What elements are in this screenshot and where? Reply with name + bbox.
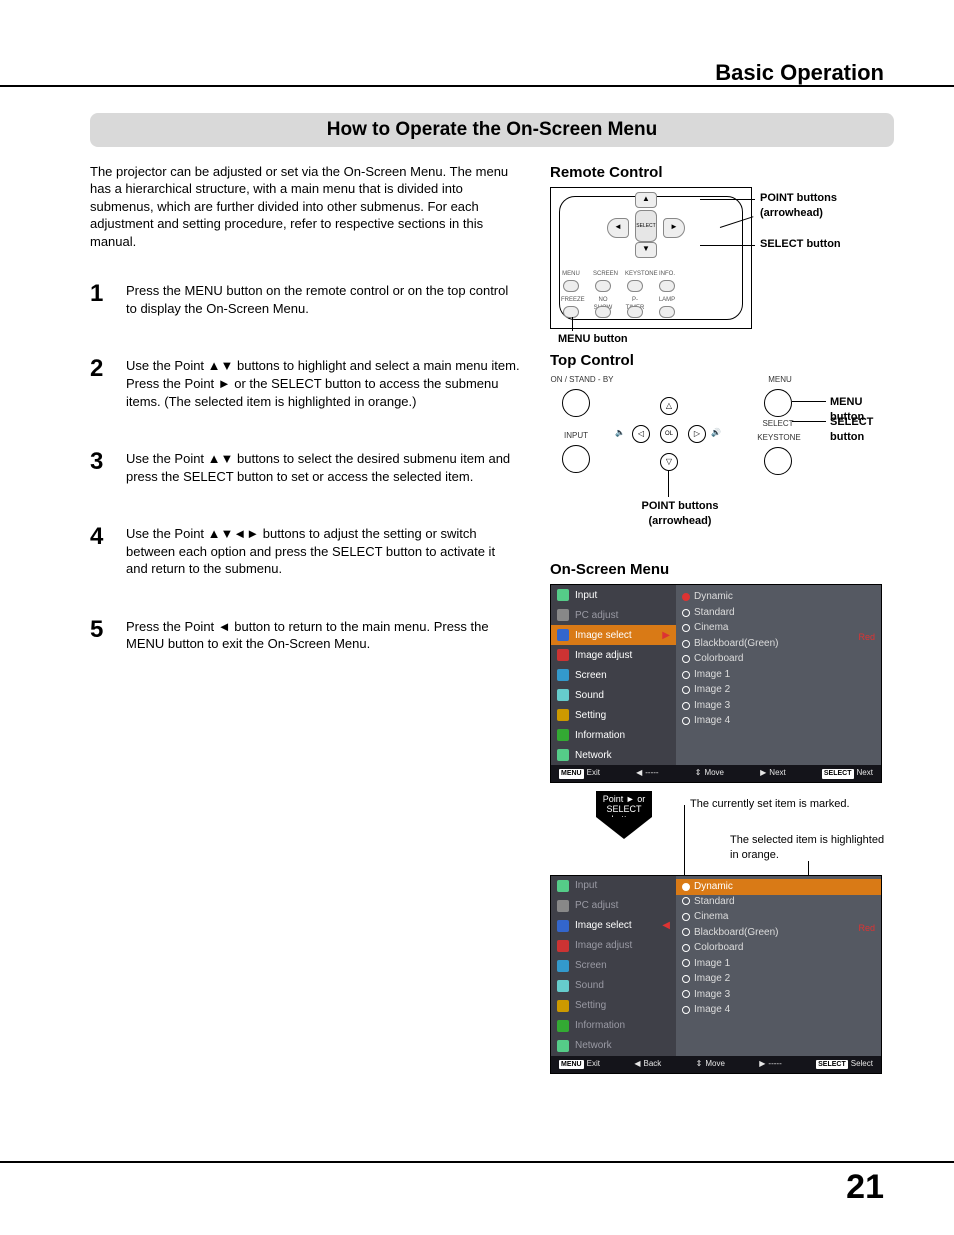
osd-nav-bar-1: MENUExit ◀ ----- ⇕ Move ▶ Next SELECTNex… bbox=[551, 765, 881, 782]
remote-diagram: ▲ ▼ ◄ ► SELECT MENUSCREENKEYSTONEINFO. F… bbox=[550, 187, 752, 329]
step-number: 1 bbox=[90, 278, 112, 317]
step-number: 5 bbox=[90, 614, 112, 653]
step-number: 3 bbox=[90, 446, 112, 485]
step-number: 2 bbox=[90, 353, 112, 410]
select-button-icon: SELECT bbox=[635, 210, 657, 242]
step-3: 3 Use the Point ▲▼ buttons to select the… bbox=[90, 446, 520, 485]
remote-row-1: MENUSCREENKEYSTONEINFO. bbox=[561, 270, 677, 278]
red-label: Red bbox=[858, 631, 875, 643]
page-title: How to Operate the On-Screen Menu bbox=[90, 113, 894, 147]
step-text: Use the Point ▲▼ buttons to select the d… bbox=[126, 446, 520, 485]
remote-heading: Remote Control bbox=[550, 163, 894, 183]
step-text: Press the MENU button on the remote cont… bbox=[126, 278, 520, 317]
step-4: 4 Use the Point ▲▼◄► buttons to adjust t… bbox=[90, 521, 520, 578]
point-down-icon: ▼ bbox=[635, 242, 657, 258]
osd-heading: On-Screen Menu bbox=[550, 560, 894, 580]
step-text: Use the Point ▲▼ buttons to highlight an… bbox=[126, 353, 520, 410]
step-1: 1 Press the MENU button on the remote co… bbox=[90, 278, 520, 317]
step-text: Press the Point ◄ button to return to th… bbox=[126, 614, 520, 653]
divider-bottom bbox=[0, 1161, 954, 1163]
intro-paragraph: The projector can be adjusted or set via… bbox=[90, 163, 520, 251]
callout-selected: The selected item is highlighted in oran… bbox=[730, 833, 890, 863]
label-select: SELECT button bbox=[760, 237, 841, 252]
label-point: POINT buttons (arrowhead) bbox=[760, 191, 890, 221]
top-control-diagram: ON / STAND - BY INPUT △ ◁ OL ▷ ▽ 🔈 🔊 MEN… bbox=[550, 375, 894, 530]
osd-menu-1: Input PC adjust Image select▶ Image adju… bbox=[550, 584, 882, 783]
step-text: Use the Point ▲▼◄► buttons to adjust the… bbox=[126, 521, 520, 578]
point-right-icon: ► bbox=[663, 218, 685, 238]
step-5: 5 Press the Point ◄ button to return to … bbox=[90, 614, 520, 653]
divider-top bbox=[0, 85, 954, 87]
point-up-icon: ▲ bbox=[635, 192, 657, 208]
label-point-buttons: POINT buttons (arrowhead) bbox=[620, 499, 740, 529]
label-select-button: SELECT button bbox=[830, 415, 894, 445]
dpad: ▲ ▼ ◄ ► SELECT bbox=[601, 192, 689, 262]
osd-nav-bar-2: MENUExit ◀ Back ⇕ Move ▶ ----- SELECTSel… bbox=[551, 1056, 881, 1073]
callout-marked: The currently set item is marked. bbox=[690, 797, 860, 812]
top-control-heading: Top Control bbox=[550, 351, 894, 371]
breadcrumb: Basic Operation bbox=[715, 58, 884, 88]
arrow-down-icon: Point ► or SELECT button bbox=[590, 791, 658, 839]
step-2: 2 Use the Point ▲▼ buttons to highlight … bbox=[90, 353, 520, 410]
page-number: 21 bbox=[846, 1165, 884, 1211]
step-number: 4 bbox=[90, 521, 112, 578]
osd-menu-2: Input PC adjust Image select◀ Image adju… bbox=[550, 875, 882, 1074]
point-left-icon: ◄ bbox=[607, 218, 629, 238]
label-menu: MENU button bbox=[558, 332, 628, 347]
red-label: Red bbox=[858, 922, 875, 934]
